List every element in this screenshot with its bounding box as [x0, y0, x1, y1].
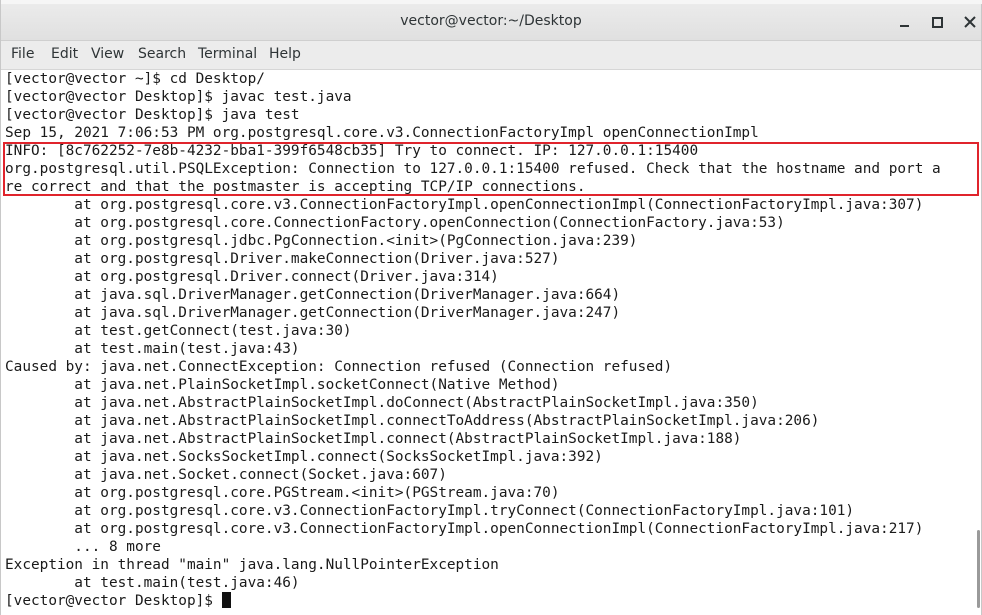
menu-edit[interactable]: Edit	[51, 46, 78, 62]
terminal-line: Caused by: java.net.ConnectException: Co…	[5, 359, 673, 375]
terminal-line: at java.net.PlainSocketImpl.socketConnec…	[5, 377, 560, 393]
terminal-line: at org.postgresql.core.PGStream.<init>(P…	[5, 485, 560, 501]
terminal-line: at org.postgresql.core.ConnectionFactory…	[5, 215, 785, 231]
minimize-icon	[899, 25, 909, 27]
menu-terminal[interactable]: Terminal	[198, 46, 257, 62]
terminal-line: [vector@vector ~]$ cd Desktop/	[5, 71, 265, 87]
terminal-line: at java.sql.DriverManager.getConnection(…	[5, 287, 621, 303]
maximize-icon	[931, 16, 943, 28]
terminal-line: at java.net.SocksSocketImpl.connect(Sock…	[5, 449, 603, 465]
terminal-line: at org.postgresql.core.v3.ConnectionFact…	[5, 503, 855, 519]
terminal-line: at org.postgresql.jdbc.PgConnection.<ini…	[5, 233, 638, 249]
title-bar[interactable]: vector@vector:~/Desktop	[1, 4, 981, 41]
terminal-line: Sep 15, 2021 7:06:53 PM org.postgresql.c…	[5, 125, 759, 141]
terminal-line: at java.sql.DriverManager.getConnection(…	[5, 305, 621, 321]
terminal-line: at org.postgresql.core.v3.ConnectionFact…	[5, 521, 924, 537]
close-button[interactable]	[960, 12, 980, 32]
minimize-button[interactable]	[894, 12, 914, 32]
text-cursor	[221, 592, 231, 608]
prompt-text: [vector@vector Desktop]$	[5, 593, 222, 609]
terminal-line: at org.postgresql.core.v3.ConnectionFact…	[5, 197, 924, 213]
terminal-line: [vector@vector Desktop]$ java test	[5, 107, 300, 123]
close-icon	[964, 16, 976, 28]
terminal-line: at org.postgresql.Driver.connect(Driver.…	[5, 269, 499, 285]
terminal-line: re correct and that the postmaster is ac…	[5, 179, 586, 195]
terminal-line: at test.getConnect(test.java:30)	[5, 323, 352, 339]
terminal-line: at java.net.AbstractPlainSocketImpl.doCo…	[5, 395, 759, 411]
menu-search[interactable]: Search	[138, 46, 186, 62]
scrollbar[interactable]	[975, 70, 981, 615]
terminal-lines: [vector@vector ~]$ cd Desktop/ [vector@v…	[5, 70, 977, 610]
terminal-line: INFO: [8c762252-7e8b-4232-bba1-399f6548c…	[5, 143, 699, 159]
terminal-output-area[interactable]: [vector@vector ~]$ cd Desktop/ [vector@v…	[1, 70, 981, 615]
menu-help[interactable]: Help	[269, 46, 301, 62]
terminal-line: at java.net.AbstractPlainSocketImpl.conn…	[5, 413, 820, 429]
terminal-line: Exception in thread "main" java.lang.Nul…	[5, 557, 499, 573]
terminal-line: org.postgresql.util.PSQLException: Conne…	[5, 161, 941, 177]
terminal-line: [vector@vector Desktop]$ javac test.java	[5, 89, 352, 105]
terminal-line: ... 8 more	[5, 539, 161, 555]
menu-bar: File Edit View Search Terminal Help	[1, 41, 981, 70]
menu-view[interactable]: View	[91, 46, 124, 62]
menu-file[interactable]: File	[11, 46, 34, 62]
window-title: vector@vector:~/Desktop	[400, 13, 582, 29]
terminal-prompt-line[interactable]: [vector@vector Desktop]$	[5, 592, 977, 610]
scrollbar-thumb[interactable]	[977, 530, 980, 608]
maximize-button[interactable]	[927, 12, 947, 32]
terminal-line: at java.net.AbstractPlainSocketImpl.conn…	[5, 431, 742, 447]
terminal-line: at test.main(test.java:43)	[5, 341, 300, 357]
terminal-line: at org.postgresql.Driver.makeConnection(…	[5, 251, 560, 267]
terminal-line: at java.net.Socket.connect(Socket.java:6…	[5, 467, 447, 483]
terminal-line: at test.main(test.java:46)	[5, 575, 300, 591]
terminal-window: vector@vector:~/Desktop File Edit View S…	[0, 0, 982, 615]
